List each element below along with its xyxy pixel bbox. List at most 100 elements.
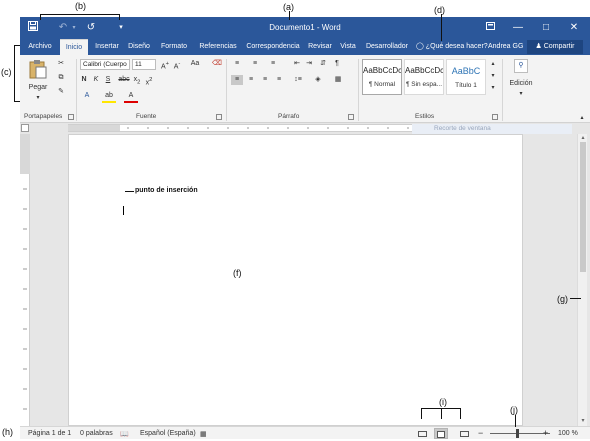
- cut-icon[interactable]: ✂: [55, 59, 67, 69]
- tab-diseno[interactable]: Diseño: [126, 39, 152, 55]
- zoom-out-icon[interactable]: −: [478, 428, 483, 438]
- web-layout-icon[interactable]: [457, 428, 471, 439]
- clipboard-launcher-icon[interactable]: [68, 114, 74, 120]
- annotation-i-bracket: [421, 408, 422, 419]
- change-case-icon[interactable]: Aa: [188, 59, 202, 69]
- paragraph-group-label: Párrafo: [278, 113, 300, 120]
- share-button[interactable]: ♟ Compartir: [527, 40, 583, 54]
- window-title: Documento1 - Word: [269, 23, 341, 32]
- maximize-icon[interactable]: □: [534, 19, 558, 37]
- text-effects-icon[interactable]: A: [80, 91, 94, 101]
- group-divider: [502, 59, 503, 121]
- ribbon-display-icon[interactable]: [478, 19, 502, 37]
- style-heading-1[interactable]: AaBbC Título 1: [446, 59, 486, 95]
- show-marks-icon[interactable]: ¶: [332, 59, 342, 69]
- editing-dropdown-icon: ▾: [519, 91, 523, 97]
- copy-icon[interactable]: ⧉: [55, 73, 67, 83]
- style-no-spacing[interactable]: AaBbCcDc ¶ Sin espa...: [404, 59, 444, 95]
- borders-icon[interactable]: ▦: [331, 75, 345, 85]
- styles-scroll-up-icon[interactable]: ▴: [489, 59, 497, 69]
- subscript-button[interactable]: x2: [132, 75, 142, 87]
- align-center-icon[interactable]: ≡: [245, 75, 257, 85]
- minimize-icon[interactable]: —: [506, 19, 530, 37]
- collapse-ribbon-icon[interactable]: ▴: [578, 113, 586, 123]
- lightbulb-icon: ◯: [416, 43, 424, 50]
- bold-button[interactable]: N: [80, 75, 88, 85]
- align-right-icon[interactable]: ≡: [259, 75, 271, 85]
- font-color-icon[interactable]: A: [124, 91, 138, 103]
- annotation-f: (f): [233, 268, 242, 278]
- editing-button[interactable]: ⚲ Edición ▾: [504, 59, 538, 99]
- tab-archivo[interactable]: Archivo: [24, 39, 56, 55]
- underline-button[interactable]: S: [104, 75, 112, 85]
- numbering-icon[interactable]: ≡: [249, 59, 261, 69]
- print-layout-icon[interactable]: [434, 428, 448, 439]
- word-count[interactable]: 0 palabras: [80, 430, 113, 437]
- tab-revisar[interactable]: Revisar: [306, 39, 334, 55]
- italic-button[interactable]: K: [92, 75, 100, 85]
- align-left-icon[interactable]: ≡: [231, 75, 243, 85]
- page-count[interactable]: Página 1 de 1: [28, 430, 71, 437]
- tell-me-box[interactable]: ◯ ¿Qué desea hacer?: [416, 39, 488, 55]
- document-page[interactable]: [68, 134, 523, 426]
- scrollbar-thumb[interactable]: [580, 142, 586, 272]
- styles-launcher-icon[interactable]: [492, 114, 498, 120]
- annotation-b-bracket: [40, 14, 41, 20]
- tab-correspondencia[interactable]: Correspondencia: [244, 39, 302, 55]
- tab-selector-icon[interactable]: [21, 124, 29, 132]
- styles-scroll-down-icon[interactable]: ▾: [489, 71, 497, 81]
- annotation-i-bracket: [441, 408, 442, 419]
- tab-desarrollador[interactable]: Desarrollador: [364, 39, 410, 55]
- increase-indent-icon[interactable]: ⇥: [304, 59, 314, 69]
- tab-formato[interactable]: Formato: [158, 39, 190, 55]
- status-bar: Página 1 de 1 0 palabras 📖 Español (Espa…: [20, 426, 590, 439]
- paste-button[interactable]: Pegar ▾: [26, 59, 50, 101]
- read-mode-icon[interactable]: [415, 428, 429, 439]
- proofing-icon[interactable]: 📖: [120, 430, 129, 438]
- multilevel-list-icon[interactable]: ≡: [267, 59, 279, 69]
- font-name-box[interactable]: Calibri (Cuerpo: [80, 59, 130, 70]
- annotation-cursor: punto de inserción: [135, 187, 198, 194]
- macro-icon[interactable]: ▦: [200, 430, 207, 438]
- tab-insertar[interactable]: Insertar: [91, 39, 123, 55]
- style-name: Título 1: [455, 82, 477, 89]
- line-spacing-icon[interactable]: ↕≡: [291, 75, 305, 85]
- decrease-indent-icon[interactable]: ⇤: [292, 59, 302, 69]
- tab-referencias[interactable]: Referencias: [196, 39, 240, 55]
- title-bar: ↶ ▾ ↺ ▾ Documento1 - Word — □ ✕: [20, 17, 590, 39]
- zoom-slider-thumb[interactable]: [516, 429, 519, 438]
- vertical-scrollbar[interactable]: ▴ ▾: [577, 134, 587, 426]
- clear-format-icon[interactable]: ⌫: [212, 59, 222, 69]
- strikethrough-button[interactable]: abc: [118, 75, 130, 85]
- superscript-button[interactable]: x2: [144, 75, 154, 88]
- vertical-ruler[interactable]: [20, 134, 30, 426]
- annotation-c-bracket: [14, 101, 20, 102]
- scroll-down-icon[interactable]: ▾: [579, 417, 587, 424]
- zoom-slider[interactable]: [490, 433, 550, 434]
- justify-icon[interactable]: ≡: [273, 75, 285, 85]
- user-name[interactable]: Andrea GG: [488, 39, 523, 55]
- bullets-icon[interactable]: ≡: [231, 59, 243, 69]
- shrink-font-icon[interactable]: A-: [172, 59, 182, 72]
- scroll-up-icon[interactable]: ▴: [579, 134, 587, 141]
- font-launcher-icon[interactable]: [216, 114, 222, 120]
- font-size-box[interactable]: 11: [132, 59, 156, 70]
- tell-me-label: ¿Qué desea hacer?: [425, 43, 488, 50]
- annotation-g-leader: [570, 298, 581, 299]
- sort-icon[interactable]: ⇵: [318, 59, 328, 69]
- clipboard-icon: [29, 60, 47, 79]
- grow-font-icon[interactable]: A+: [160, 59, 170, 72]
- style-normal[interactable]: AaBbCcDc ¶ Normal: [362, 59, 402, 95]
- zoom-in-icon[interactable]: +: [543, 428, 548, 438]
- close-icon[interactable]: ✕: [562, 19, 586, 37]
- paste-label: Pegar: [28, 84, 48, 91]
- tab-inicio[interactable]: Inicio: [60, 39, 88, 55]
- paragraph-launcher-icon[interactable]: [348, 114, 354, 120]
- zoom-level[interactable]: 100 %: [558, 430, 578, 437]
- language-status[interactable]: Español (España): [140, 430, 196, 437]
- highlight-icon[interactable]: ab: [102, 91, 116, 103]
- styles-more-icon[interactable]: ▾: [489, 83, 497, 93]
- tab-vista[interactable]: Vista: [338, 39, 358, 55]
- format-painter-icon[interactable]: ✎: [55, 87, 67, 97]
- shading-icon[interactable]: ◈: [311, 75, 325, 85]
